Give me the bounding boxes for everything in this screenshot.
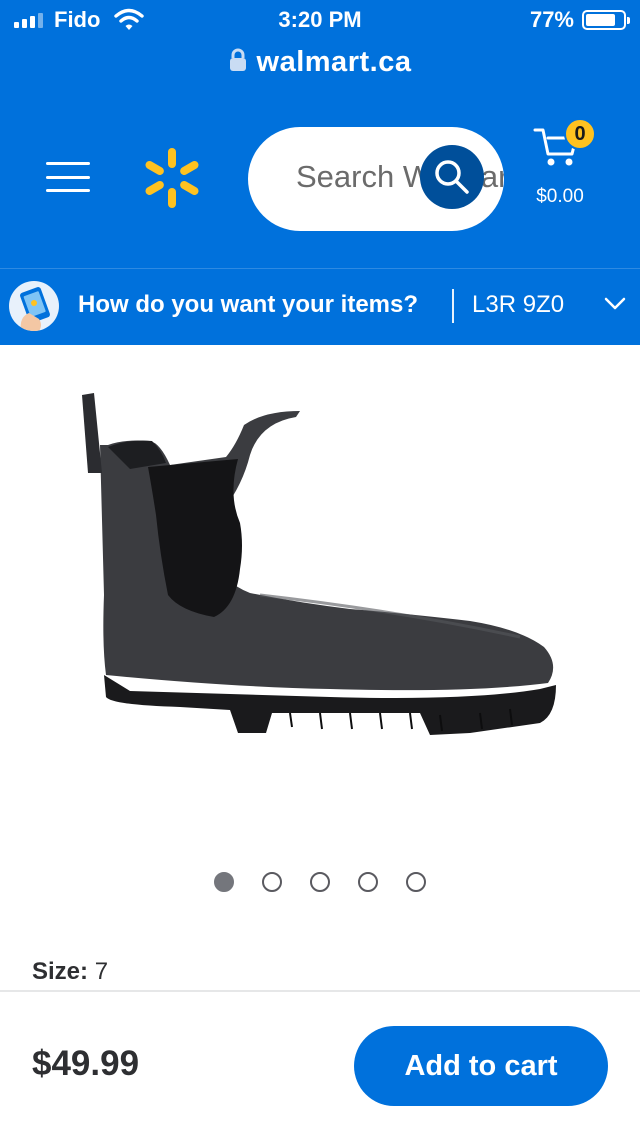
search-input[interactable]: Search Walmart xyxy=(248,127,504,231)
address-bar[interactable]: walmart.ca xyxy=(0,40,640,84)
carousel-dot-3[interactable] xyxy=(310,872,330,892)
purchase-bar: $49.99 Add to cart xyxy=(0,990,640,1136)
delivery-selector[interactable]: How do you want your items? L3R 9Z0 xyxy=(0,268,640,345)
delivery-divider xyxy=(452,289,454,323)
delivery-question: How do you want your items? xyxy=(78,291,419,318)
cart-icon xyxy=(532,128,582,174)
carousel-dot-1[interactable] xyxy=(214,872,234,892)
walmart-spark-icon[interactable] xyxy=(144,148,200,213)
lock-icon xyxy=(229,48,247,77)
chelsea-boot-image xyxy=(82,393,556,735)
battery-icon xyxy=(582,10,630,30)
battery-percentage: 77% xyxy=(529,7,574,32)
postal-code[interactable]: L3R 9Z0 xyxy=(472,291,564,319)
size-info: Size: 7 xyxy=(32,958,108,986)
image-carousel-dots xyxy=(0,872,640,892)
search-icon xyxy=(435,160,469,194)
status-bar: Fido 3:20 PM 77% xyxy=(0,0,640,40)
url-text[interactable]: walmart.ca xyxy=(257,46,412,79)
carousel-dot-2[interactable] xyxy=(262,872,282,892)
phone-pickup-icon xyxy=(9,281,59,331)
search-button[interactable] xyxy=(420,145,484,209)
carousel-dot-5[interactable] xyxy=(406,872,426,892)
product-image[interactable] xyxy=(0,345,640,845)
chevron-down-icon[interactable] xyxy=(604,297,626,316)
cart-count-badge: 0 xyxy=(564,118,596,150)
add-to-cart-button[interactable]: Add to cart xyxy=(354,1026,608,1106)
carousel-dot-4[interactable] xyxy=(358,872,378,892)
size-value: 7 xyxy=(94,958,109,985)
product-price: $49.99 xyxy=(32,1044,140,1083)
cart-button[interactable]: 0 $0.00 xyxy=(532,118,596,207)
size-label: Size: xyxy=(32,958,89,985)
cart-total: $0.00 xyxy=(536,186,584,207)
site-header: Search Walmart 0 $0.00 xyxy=(0,84,640,268)
menu-icon[interactable] xyxy=(46,162,90,192)
